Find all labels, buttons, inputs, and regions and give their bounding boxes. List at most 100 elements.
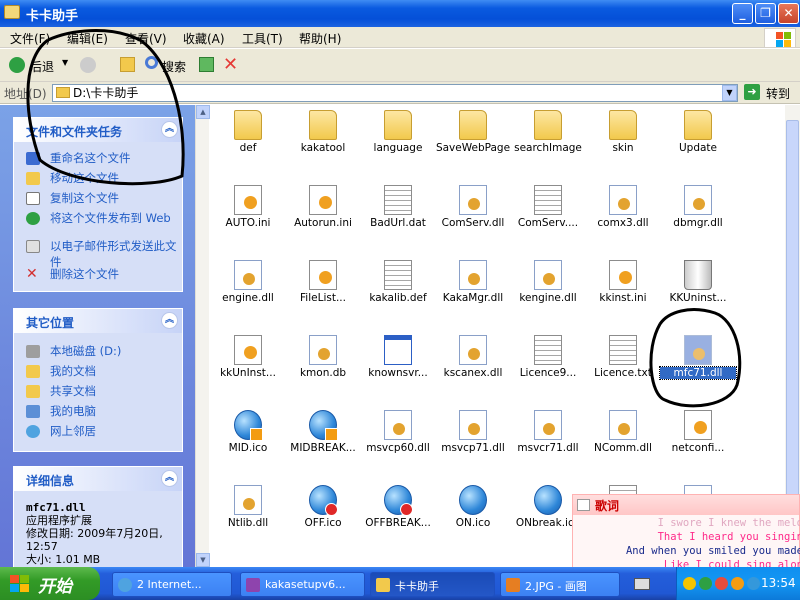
go-button[interactable]: ➜ 转到 xyxy=(742,84,798,102)
file-item[interactable]: Update xyxy=(660,108,736,180)
lyrics-title-bar[interactable]: 歌词 xyxy=(573,495,799,515)
file-item[interactable]: knownsvr... xyxy=(360,333,436,405)
back-button-label[interactable]: 后退 xyxy=(30,58,54,75)
maximize-button[interactable]: ❐ xyxy=(755,3,776,24)
file-tasks-header[interactable]: 文件和文件夹任务 ︽ xyxy=(14,118,182,142)
search-button-label[interactable]: 搜索 xyxy=(162,58,186,75)
task-email[interactable]: 以电子邮件形式发送此文件 xyxy=(14,238,182,269)
collapse-chevron-icon[interactable]: ︽ xyxy=(161,312,178,329)
file-item[interactable]: MID.ico xyxy=(210,408,286,480)
file-item[interactable]: kkUnInst... xyxy=(210,333,286,405)
task-kakasetup[interactable]: kakasetupv6... xyxy=(240,572,365,597)
task-internet-explorer[interactable]: 2 Internet... xyxy=(112,572,232,597)
keyboard-icon[interactable] xyxy=(634,578,650,590)
back-arrow-icon[interactable] xyxy=(9,57,25,73)
delete-x-icon[interactable]: ✕ xyxy=(223,54,238,75)
address-input[interactable]: D:\卡卡助手 xyxy=(52,84,738,102)
file-item[interactable]: MIDBREAK... xyxy=(285,408,361,480)
file-item[interactable]: msvcr71.dll xyxy=(510,408,586,480)
file-name: Licence9... xyxy=(519,367,577,379)
task-pane-scrollbar[interactable]: ▲ ▼ xyxy=(195,105,210,567)
task-delete[interactable]: ✕ 删除这个文件 xyxy=(14,266,182,286)
task-publish-web[interactable]: 将这个文件发布到 Web xyxy=(14,210,182,238)
scroll-up-icon[interactable]: ▲ xyxy=(196,105,210,119)
file-item[interactable]: NComm.dll xyxy=(585,408,661,480)
search-icon[interactable] xyxy=(145,56,158,69)
file-item[interactable]: Licence.txt xyxy=(585,333,661,405)
task-rename[interactable]: 重命名这个文件 xyxy=(14,150,182,170)
file-name: searchImage xyxy=(514,142,582,154)
folder-up-icon[interactable] xyxy=(120,57,135,72)
menu-edit[interactable]: 编辑(E) xyxy=(67,30,108,47)
file-item[interactable]: SaveWebPage xyxy=(435,108,511,180)
file-item[interactable]: skin xyxy=(585,108,661,180)
application-window-icon xyxy=(384,335,412,365)
file-item[interactable]: engine.dll xyxy=(210,258,286,330)
file-item[interactable]: kmon.db xyxy=(285,333,361,405)
address-dropdown-icon[interactable]: ▼ xyxy=(722,85,737,101)
menu-help[interactable]: 帮助(H) xyxy=(299,30,341,47)
details-header[interactable]: 详细信息 ︽ xyxy=(14,467,182,491)
file-item[interactable]: msvcp71.dll xyxy=(435,408,511,480)
forward-arrow-icon[interactable] xyxy=(80,57,96,73)
place-my-documents[interactable]: 我的文档 xyxy=(14,363,182,383)
sync-icon[interactable] xyxy=(199,57,214,72)
collapse-chevron-icon[interactable]: ︽ xyxy=(161,121,178,138)
scroll-thumb[interactable] xyxy=(786,120,799,550)
file-item[interactable]: ON.ico xyxy=(435,483,511,555)
file-item[interactable]: msvcp60.dll xyxy=(360,408,436,480)
file-item[interactable]: Autorun.ini xyxy=(285,183,361,255)
task-paint[interactable]: 2.JPG - 画图 xyxy=(500,572,620,597)
file-item[interactable]: KakaMgr.dll xyxy=(435,258,511,330)
file-item[interactable]: ComServ.dll xyxy=(435,183,511,255)
file-item[interactable]: ComServ.... xyxy=(510,183,586,255)
file-name: Licence.txt xyxy=(594,367,652,379)
place-shared-documents[interactable]: 共享文档 xyxy=(14,383,182,403)
menu-tools[interactable]: 工具(T) xyxy=(242,30,283,47)
file-item[interactable]: OFFBREAK... xyxy=(360,483,436,555)
collapse-chevron-icon[interactable]: ︽ xyxy=(161,470,178,487)
tray-icon[interactable] xyxy=(731,577,744,590)
file-item[interactable]: kakalib.def xyxy=(360,258,436,330)
start-button[interactable]: 开始 xyxy=(0,567,100,600)
tray-icon[interactable] xyxy=(699,577,712,590)
minimize-button[interactable]: _ xyxy=(732,3,753,24)
file-item[interactable]: kengine.dll xyxy=(510,258,586,330)
task-kaka-folder[interactable]: 卡卡助手 xyxy=(370,572,495,597)
menu-view[interactable]: 查看(V) xyxy=(125,30,167,47)
tray-icon[interactable] xyxy=(747,577,760,590)
file-item[interactable]: kakatool xyxy=(285,108,361,180)
file-item[interactable]: comx3.dll xyxy=(585,183,661,255)
file-item[interactable]: language xyxy=(360,108,436,180)
file-item[interactable]: FileList... xyxy=(285,258,361,330)
file-item[interactable]: mfc71.dll xyxy=(659,333,737,405)
back-dropdown-icon[interactable]: ▼ xyxy=(62,58,68,67)
clock[interactable]: 13:54 xyxy=(761,576,796,590)
menu-favorites[interactable]: 收藏(A) xyxy=(183,30,225,47)
close-button[interactable]: ✕ xyxy=(778,3,799,24)
file-item[interactable]: searchImage xyxy=(510,108,586,180)
scroll-down-icon[interactable]: ▼ xyxy=(196,553,210,567)
task-move[interactable]: 移动这个文件 xyxy=(14,170,182,190)
file-item[interactable]: KKUninst... xyxy=(660,258,736,330)
file-item[interactable]: kkinst.ini xyxy=(585,258,661,330)
file-item[interactable]: OFF.ico xyxy=(285,483,361,555)
file-item[interactable]: netconfi... xyxy=(660,408,736,480)
task-copy[interactable]: 复制这个文件 xyxy=(14,190,182,210)
place-my-computer[interactable]: 我的电脑 xyxy=(14,403,182,423)
place-local-disk[interactable]: 本地磁盘 (D:) xyxy=(14,343,182,363)
file-item[interactable]: def xyxy=(210,108,286,180)
file-item[interactable]: BadUrl.dat xyxy=(360,183,436,255)
lyrics-window[interactable]: 歌词 I swore I knew the melo That I heard … xyxy=(572,494,800,572)
file-item[interactable]: AUTO.ini xyxy=(210,183,286,255)
file-item[interactable]: kscanex.dll xyxy=(435,333,511,405)
file-item[interactable]: Licence9... xyxy=(510,333,586,405)
tray-icon[interactable] xyxy=(715,577,728,590)
other-places-header[interactable]: 其它位置 ︽ xyxy=(14,309,182,333)
title-bar[interactable]: 卡卡助手 _ ❐ ✕ xyxy=(0,0,800,27)
file-item[interactable]: Ntlib.dll xyxy=(210,483,286,555)
tray-icon[interactable] xyxy=(683,577,696,590)
place-network[interactable]: 网上邻居 xyxy=(14,423,182,443)
menu-file[interactable]: 文件(F) xyxy=(10,30,50,47)
file-item[interactable]: dbmgr.dll xyxy=(660,183,736,255)
